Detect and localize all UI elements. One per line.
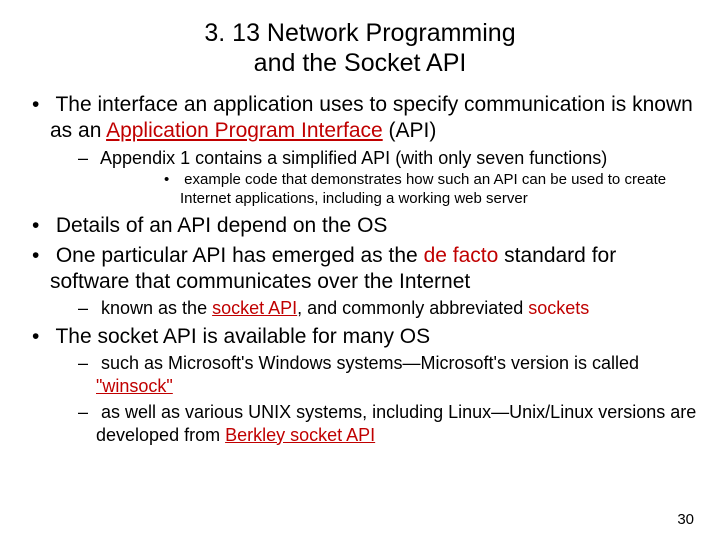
text: (API) [383, 119, 437, 142]
bullet-1-sub-1-a: example code that demonstrates how such … [96, 171, 698, 209]
text: known as the [101, 298, 212, 318]
text: The socket API is available for many OS [55, 325, 430, 348]
text: Appendix 1 contains a simplified API (wi… [100, 148, 607, 168]
text: example code that demonstrates how such … [180, 171, 666, 207]
page-number: 30 [677, 511, 694, 528]
slide-title: 3. 13 Network Programming and the Socket… [22, 18, 698, 78]
bullet-1: The interface an application uses to spe… [22, 92, 698, 209]
socket-api-link[interactable]: socket API [212, 298, 297, 318]
berkley-link[interactable]: Berkley socket API [225, 425, 375, 445]
text: One particular API has emerged as the [56, 244, 424, 267]
text: as well as various UNIX systems, includi… [96, 402, 696, 445]
bullet-2: Details of an API depend on the OS [22, 213, 698, 239]
title-line-1: 3. 13 Network Programming [22, 18, 698, 48]
winsock-link[interactable]: "winsock" [96, 376, 173, 396]
bullet-4: The socket API is available for many OS … [22, 324, 698, 446]
bullet-3-sub-1: known as the socket API, and commonly ab… [50, 297, 698, 320]
sockets-text: sockets [528, 298, 589, 318]
bullet-1-sub-1: Appendix 1 contains a simplified API (wi… [50, 147, 698, 209]
bullet-4-sub-1: such as Microsoft's Windows systems—Micr… [50, 352, 698, 397]
api-link[interactable]: Application Program Interface [106, 119, 383, 142]
bullet-4-sub-2: as well as various UNIX systems, includi… [50, 401, 698, 446]
defacto-text: de facto [424, 244, 499, 267]
text: such as Microsoft's Windows systems—Micr… [101, 353, 639, 373]
bullet-list: The interface an application uses to spe… [22, 92, 698, 446]
bullet-3: One particular API has emerged as the de… [22, 243, 698, 320]
text: , and commonly abbreviated [297, 298, 528, 318]
text: Details of an API depend on the OS [56, 214, 388, 237]
title-line-2: and the Socket API [22, 48, 698, 78]
